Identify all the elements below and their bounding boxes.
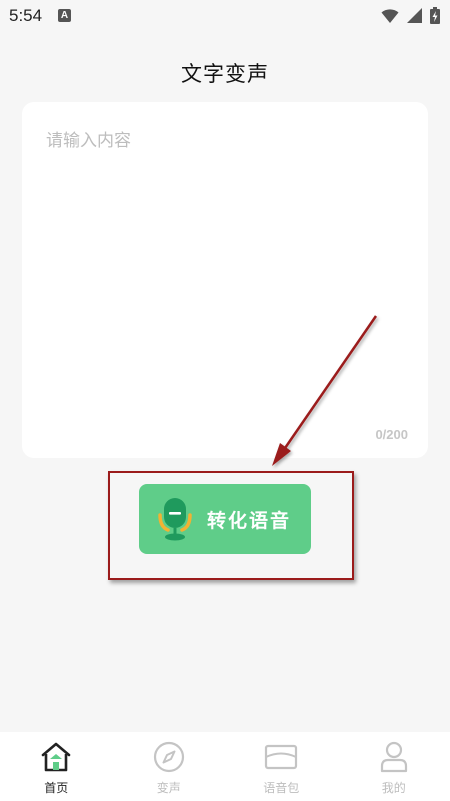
status-bar: 5:54 A bbox=[0, 0, 450, 34]
wifi-icon bbox=[381, 8, 399, 23]
compass-icon bbox=[153, 741, 184, 773]
app-screen: 5:54 A 文字变声 0/200 bbox=[0, 0, 450, 801]
nav-label-voice-pack: 语音包 bbox=[263, 781, 300, 795]
nav-label-profile: 我的 bbox=[381, 781, 406, 795]
user-icon bbox=[380, 741, 407, 773]
text-input-card: 0/200 bbox=[22, 102, 428, 458]
battery-charging-icon bbox=[430, 7, 440, 24]
envelope-icon bbox=[265, 744, 298, 770]
text-content-input[interactable] bbox=[22, 102, 428, 458]
home-icon bbox=[41, 742, 71, 772]
annotation-highlight-box bbox=[108, 471, 354, 580]
bottom-navigation: 首页 变声 语音包 我的 bbox=[0, 732, 450, 801]
status-icons bbox=[381, 7, 440, 24]
nav-item-profile[interactable]: 我的 bbox=[338, 732, 450, 801]
nav-label-voice-change: 变声 bbox=[156, 781, 181, 795]
character-counter: 0/200 bbox=[375, 427, 408, 442]
nav-label-home: 首页 bbox=[44, 781, 69, 795]
status-time: 5:54 bbox=[9, 6, 43, 25]
page-title: 文字变声 bbox=[181, 62, 269, 86]
nav-item-voice-pack[interactable]: 语音包 bbox=[225, 732, 338, 801]
notification-a-icon: A bbox=[58, 9, 71, 22]
signal-icon bbox=[407, 8, 422, 23]
nav-item-home[interactable]: 首页 bbox=[0, 732, 113, 801]
nav-item-voice-change[interactable]: 变声 bbox=[113, 732, 226, 801]
